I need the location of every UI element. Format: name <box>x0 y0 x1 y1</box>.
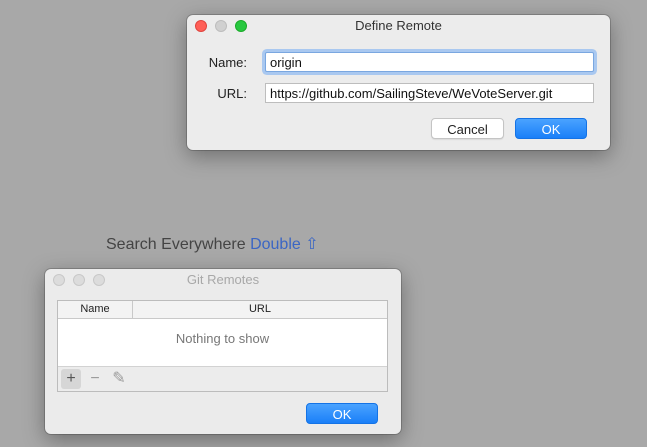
minimize-icon[interactable] <box>73 274 85 286</box>
define-remote-titlebar[interactable]: Define Remote <box>187 15 610 37</box>
define-remote-dialog: Define Remote Name: URL: Cancel OK <box>187 15 610 150</box>
name-label: Name: <box>208 54 247 70</box>
dialog-title: Define Remote <box>355 18 442 33</box>
add-icon[interactable]: + <box>61 369 81 389</box>
dialog-title: Git Remotes <box>186 272 260 287</box>
url-row: URL: <box>187 83 594 103</box>
name-row: Name: <box>187 52 594 72</box>
search-hint-text: Search Everywhere <box>106 236 246 253</box>
url-field[interactable] <box>265 83 594 103</box>
zoom-icon[interactable] <box>235 20 247 32</box>
zoom-icon[interactable] <box>93 274 105 286</box>
cancel-button[interactable]: Cancel <box>431 118 504 139</box>
window-controls <box>53 274 105 286</box>
window-controls <box>195 20 247 32</box>
ok-button[interactable]: OK <box>515 118 587 139</box>
url-label: URL: <box>217 85 247 101</box>
minimize-icon[interactable] <box>215 20 227 32</box>
remove-icon[interactable]: − <box>85 369 105 389</box>
close-icon[interactable] <box>53 274 65 286</box>
edit-icon[interactable]: ✎ <box>109 369 129 389</box>
search-hint-shortcut: Double ⇧ <box>250 236 319 253</box>
table-header: Name URL <box>58 301 387 319</box>
name-field[interactable] <box>265 52 594 72</box>
git-remotes-titlebar[interactable]: Git Remotes <box>45 269 401 291</box>
table-toolbar: + − ✎ <box>58 366 387 391</box>
empty-state-text: Nothing to show <box>175 331 270 346</box>
column-header-url[interactable]: URL <box>133 301 387 318</box>
column-header-name[interactable]: Name <box>58 301 133 318</box>
remotes-table[interactable]: Name URL Nothing to show + − ✎ <box>57 300 388 392</box>
git-remotes-dialog: Git Remotes Name URL Nothing to show + −… <box>45 269 401 434</box>
ok-button[interactable]: OK <box>306 403 378 424</box>
close-icon[interactable] <box>195 20 207 32</box>
search-everywhere-hint: Search Everywhere Double ⇧ <box>106 234 319 254</box>
